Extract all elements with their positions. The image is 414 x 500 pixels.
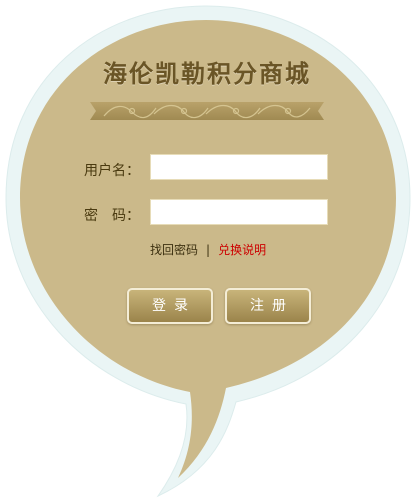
login-page: 海伦凯勒积分商城 用户名： 密 码： 找回密码 | 兑换说明 登录 注册 xyxy=(0,0,414,500)
find-password-link[interactable]: 找回密码 xyxy=(150,243,198,257)
help-links: 找回密码 | 兑换说明 xyxy=(150,241,266,258)
page-title: 海伦凯勒积分商城 xyxy=(103,59,311,88)
exchange-rules-link[interactable]: 兑换说明 xyxy=(218,243,266,257)
register-button[interactable]: 注册 xyxy=(225,288,311,324)
decorative-banner-ornament xyxy=(90,102,324,120)
password-label: 密 码： xyxy=(84,208,140,224)
password-input[interactable] xyxy=(150,199,328,225)
link-separator: | xyxy=(206,243,211,257)
username-label: 用户名： xyxy=(84,163,140,179)
username-input[interactable] xyxy=(150,154,328,180)
login-button[interactable]: 登录 xyxy=(127,288,213,324)
